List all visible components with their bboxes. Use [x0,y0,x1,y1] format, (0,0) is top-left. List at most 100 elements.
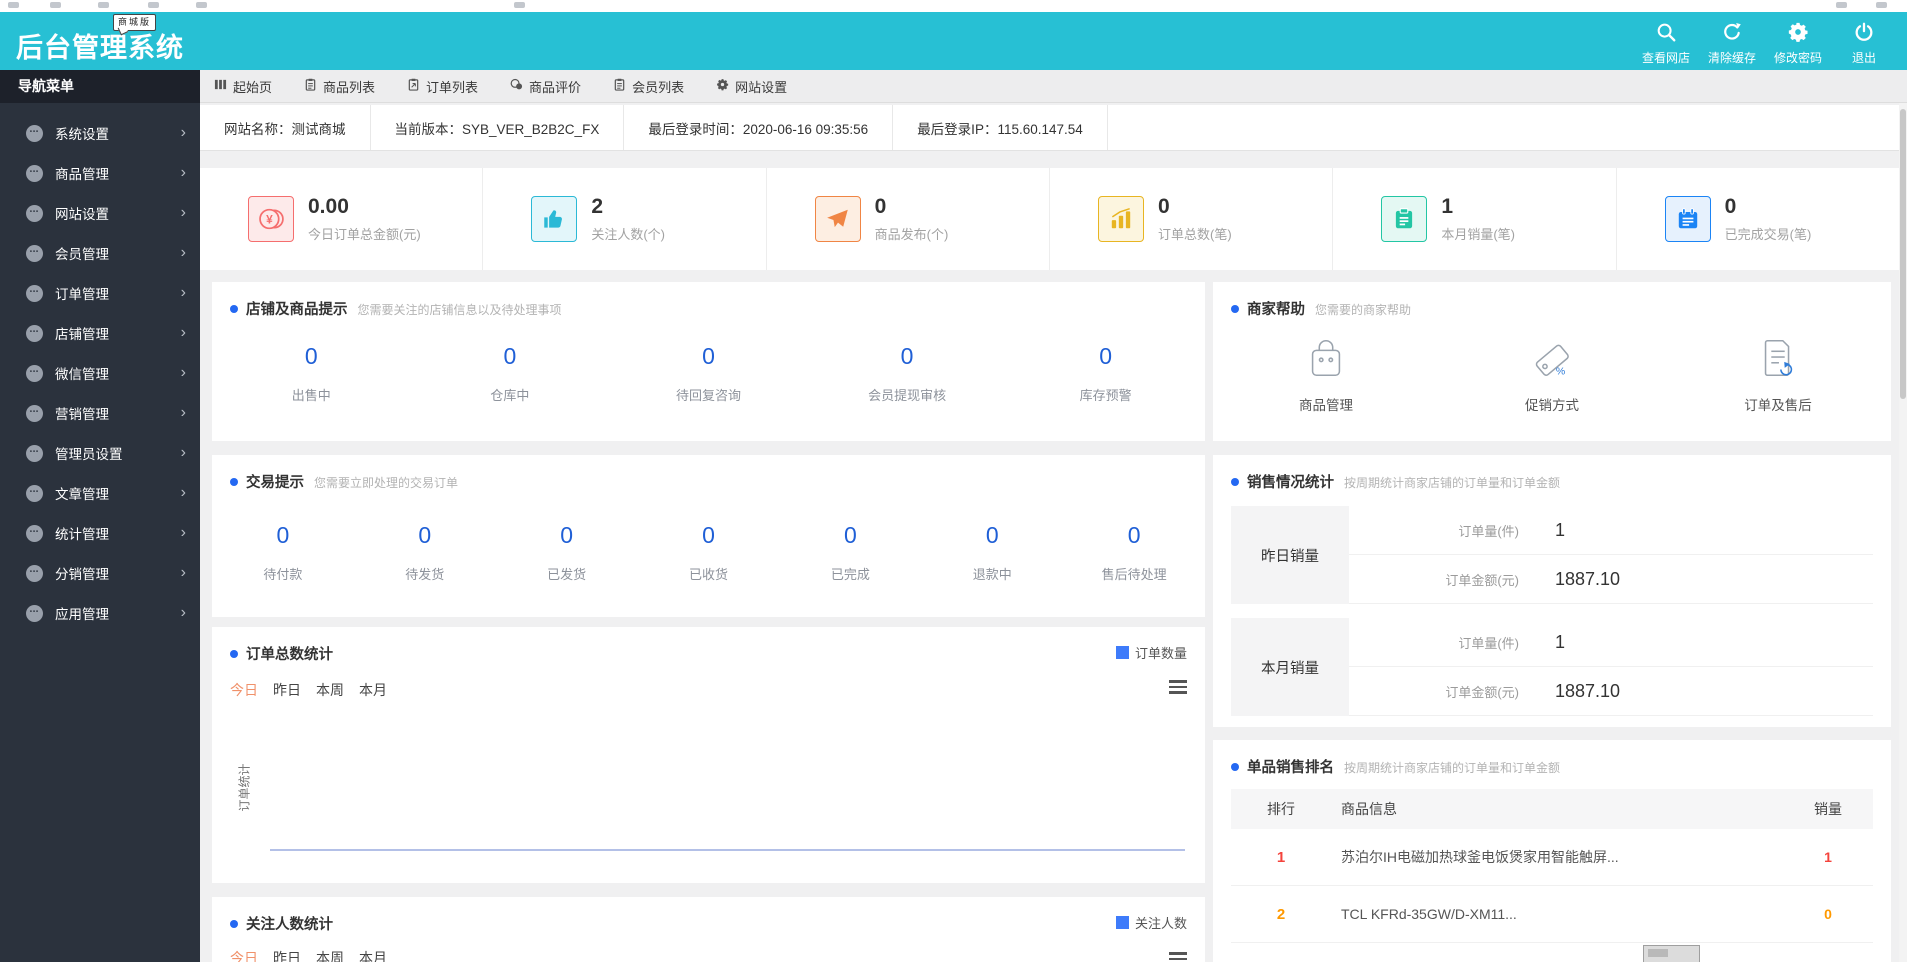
shop-tips-panel: 店铺及商品提示 您需要关注的店铺信息以及待处理事项 0 出售中 0 仓库中 0 待回复… [212,282,1205,441]
browser-icon-artifact [148,2,159,8]
table-row: 1 苏泊尔IH电磁加热球釜电饭煲家用智能触屏... 1 [1231,829,1873,886]
period-tab-week[interactable]: 本周 [316,948,344,962]
chevron-right-icon [181,604,186,622]
tip-received[interactable]: 0 已收货 [638,522,780,583]
tip-value: 0 [503,343,517,369]
chart-flat-line [270,849,1185,851]
product-name-link[interactable]: TCL KFRd-35GW/D-XM11... [1331,906,1783,922]
stat-products-published[interactable]: 0 商品发布(个) [767,168,1050,270]
stat-label: 已完成交易(笔) [1724,227,1812,242]
chart-legend: 订单数量 [1115,643,1187,662]
sidebar-item-app-management[interactable]: 应用管理 [0,593,200,633]
last-login-time: 最后登录时间：2020-06-16 09:35:56 [624,105,894,150]
help-product-management[interactable]: 商品管理 [1213,335,1439,414]
stat-today-order-amount[interactable]: ¥ 0.00 今日订单总金额(元) [200,168,484,270]
tab-product-list[interactable]: 商品列表 [304,77,375,96]
gear-icon [1787,22,1809,47]
sidebar-item-shop-management[interactable]: 店铺管理 [0,313,200,353]
chart-y-axis-label: 订单统计 [237,763,252,812]
tip-label: 出售中 [291,388,331,403]
chart-menu-icon[interactable] [1169,680,1187,697]
vertical-scrollbar[interactable] [1899,103,1907,962]
sales-row-value: 1887.10 [1555,568,1621,589]
sidebar-item-statistics-management[interactable]: 统计管理 [0,513,200,553]
period-tab-today[interactable]: 今日 [230,680,258,700]
stat-completed-trades[interactable]: 0 已完成交易(笔) [1617,168,1899,270]
tip-in-warehouse[interactable]: 0 仓库中 [411,343,610,404]
tip-label: 已完成 [830,567,870,582]
period-tab-yesterday[interactable]: 昨日 [273,680,301,700]
view-shop-button[interactable]: 查看网店 [1633,21,1699,66]
period-tab-month[interactable]: 本月 [359,948,387,962]
sidebar-item-member-management[interactable]: 会员管理 [0,233,200,273]
tip-refunding[interactable]: 0 退款中 [921,522,1063,583]
ellipsis-circle-icon [26,164,43,182]
tip-stock-warning[interactable]: 0 库存预警 [1006,343,1205,404]
legend-label: 关注人数 [1134,916,1187,931]
tab-site-settings[interactable]: 网站设置 [716,77,787,96]
sidebar-item-marketing-management[interactable]: 营销管理 [0,393,200,433]
stat-total-orders[interactable]: 0 订单总数(笔) [1050,168,1334,270]
sidebar-item-site-settings[interactable]: 网站设置 [0,193,200,233]
ellipsis-circle-icon [26,444,43,462]
stat-followers[interactable]: 2 关注人数(个) [483,168,767,270]
chevron-right-icon [181,164,186,182]
sidebar-item-product-management[interactable]: 商品管理 [0,153,200,193]
tip-pending-inquiries[interactable]: 0 待回复咨询 [609,343,808,404]
sidebar-item-article-management[interactable]: 文章管理 [0,473,200,513]
sidebar-item-system-settings[interactable]: 系统设置 [0,113,200,153]
panel-title: 销售情况统计 [1247,475,1334,491]
change-password-button[interactable]: 修改密码 [1765,21,1831,66]
tip-pending-shipment[interactable]: 0 待发货 [354,522,496,583]
bullet-dot-icon [1231,477,1239,486]
main-content: 网站名称：测试商城 当前版本：SYB_VER_B2B2C_FX 最后登录时间：2… [200,103,1907,962]
svg-text:¥: ¥ [266,212,273,226]
stat-value: 2 [591,195,604,218]
stat-label: 今日订单总金额(元) [308,227,421,242]
tab-member-list[interactable]: 会员列表 [613,77,684,96]
chart-legend: 关注人数 [1115,913,1187,932]
tip-on-sale[interactable]: 0 出售中 [212,343,411,404]
tab-label: 商品评价 [529,79,582,95]
clear-cache-button[interactable]: 清除缓存 [1699,21,1765,66]
stat-month-sales[interactable]: 1 本月销量(笔) [1333,168,1617,270]
help-orders-after-sales[interactable]: 订单及售后 [1665,335,1891,414]
stat-label: 商品发布(个) [874,227,949,242]
ellipsis-circle-icon [26,404,43,422]
legend-square-icon [1115,646,1129,659]
product-name-link[interactable]: 苏泊尔IH电磁加热球釜电饭煲家用智能触屏... [1331,847,1783,867]
period-tab-yesterday[interactable]: 昨日 [273,948,301,962]
tip-shipped[interactable]: 0 已发货 [496,522,638,583]
sales-row-label: 订单量(件) [1458,635,1519,651]
tip-value: 0 [1099,343,1113,369]
tip-after-sales-pending[interactable]: 0 售后待处理 [1063,522,1205,583]
sidebar-item-order-management[interactable]: 订单管理 [0,273,200,313]
tab-product-reviews[interactable]: 商品评价 [510,77,581,96]
ellipsis-circle-icon [26,364,43,382]
tip-value: 0 [702,522,715,548]
sidebar-item-admin-settings[interactable]: 管理员设置 [0,433,200,473]
tip-value: 0 [702,343,715,369]
tab-order-list[interactable]: 订单列表 [407,77,478,96]
sidebar-item-wechat-management[interactable]: 微信管理 [0,353,200,393]
logout-button[interactable]: 退出 [1831,21,1897,66]
tab-home[interactable]: 起始页 [214,77,272,96]
period-tab-month[interactable]: 本月 [359,680,387,700]
tip-completed[interactable]: 0 已完成 [779,522,921,583]
menu-label: 订单管理 [55,287,109,302]
table-row: 2 TCL KFRd-35GW/D-XM11... 0 [1231,886,1873,943]
sidebar-item-distribution-management[interactable]: 分销管理 [0,553,200,593]
chevron-right-icon [181,364,186,382]
help-promotion-methods[interactable]: % 促销方式 [1439,335,1665,414]
tip-pending-payment[interactable]: 0 待付款 [212,522,354,583]
period-tab-week[interactable]: 本周 [316,680,344,700]
scrollbar-thumb[interactable] [1900,109,1906,399]
ellipsis-circle-icon [26,524,43,542]
site-name: 网站名称：测试商城 [200,105,371,150]
tip-withdrawal-review[interactable]: 0 会员提现审核 [808,343,1007,404]
stat-value: 0.00 [308,195,349,218]
chart-menu-icon[interactable] [1169,952,1187,962]
comments-icon [510,78,523,94]
period-tab-today[interactable]: 今日 [230,948,258,962]
chevron-right-icon [181,324,186,342]
